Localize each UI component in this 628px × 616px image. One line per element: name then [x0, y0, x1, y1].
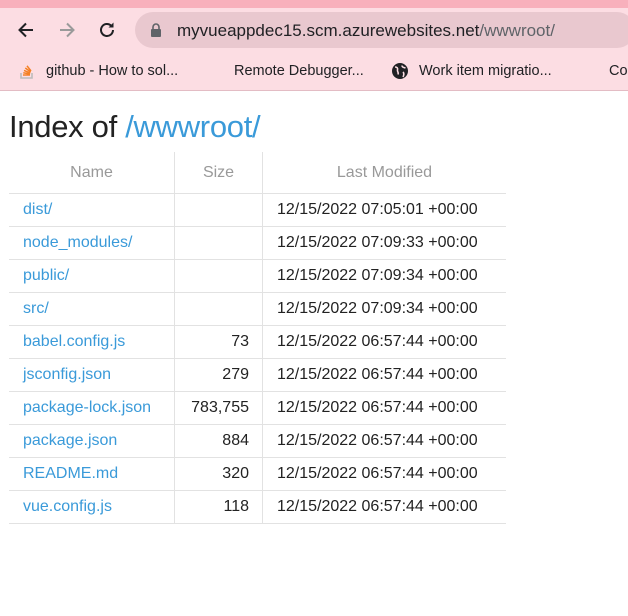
bookmark-co[interactable]: Co [581, 61, 628, 81]
forward-button[interactable] [55, 18, 79, 42]
cell-size [174, 193, 263, 227]
cell-name: src/ [9, 292, 175, 326]
url-host: myvueappdec15.scm.azurewebsites.net [177, 21, 480, 40]
column-header-name: Name [9, 152, 175, 194]
cell-last-modified: 12/15/2022 06:57:44 +00:00 [262, 391, 506, 425]
stackoverflow-icon [20, 65, 33, 79]
table-row: vue.config.js 118 12/15/2022 06:57:44 +00:… [9, 490, 506, 524]
browser-toolbar: myvueappdec15.scm.azurewebsites.net/wwwr… [0, 8, 628, 52]
column-header-size: Size [174, 152, 263, 194]
page-title: Index of /wwwroot/ [9, 109, 261, 145]
bookmark-github[interactable]: github - How to sol... [18, 61, 178, 81]
reload-icon [100, 22, 114, 37]
cell-size [174, 292, 263, 326]
cell-last-modified: 12/15/2022 06:57:44 +00:00 [262, 457, 506, 491]
bookmark-label: github - How to sol... [46, 63, 179, 79]
cell-name: babel.config.js [9, 325, 175, 359]
reload-button[interactable] [95, 18, 119, 42]
cell-size: 783,755 [174, 391, 263, 425]
bookmarks-bar: github - How to sol... Remote Debugger..… [0, 52, 628, 91]
cell-name: vue.config.js [9, 490, 175, 524]
file-link[interactable]: src/ [23, 300, 49, 317]
bookmark-label: Remote Debugger... [234, 63, 364, 79]
cell-name: node_modules/ [9, 226, 175, 260]
file-link[interactable]: package-lock.json [23, 399, 151, 416]
browser-tab-strip [0, 0, 628, 8]
cell-size [174, 259, 263, 293]
directory-listing-table: Name Size Last Modified dist/12/15/2022 … [9, 152, 506, 524]
cell-size: 118 [174, 490, 263, 524]
bookmark-label: Co [609, 63, 628, 79]
file-link[interactable]: jsconfig.json [23, 366, 111, 383]
cell-size: 320 [174, 457, 263, 491]
file-link[interactable]: package.json [23, 432, 117, 449]
file-link[interactable]: README.md [23, 465, 118, 482]
cell-name: README.md [9, 457, 175, 491]
forward-arrow-icon [60, 22, 75, 38]
table-row: node_modules/12/15/2022 07:09:33 +00:00 [9, 226, 506, 260]
globe-icon [392, 63, 408, 79]
cell-last-modified: 12/15/2022 06:57:44 +00:00 [262, 424, 506, 458]
table-header-row: Name Size Last Modified [9, 152, 506, 194]
cell-last-modified: 12/15/2022 07:05:01 +00:00 [262, 193, 506, 227]
cell-name: package-lock.json [9, 391, 175, 425]
file-link[interactable]: dist/ [23, 201, 52, 218]
table-row: package.json 884 12/15/2022 06:57:44 +00:0… [9, 424, 506, 458]
table-row: babel.config.js 73 12/15/2022 06:57:44 +00… [9, 325, 506, 359]
cell-size: 73 [174, 325, 263, 359]
table-row: README.md 320 12/15/2022 06:57:44 +00:00 [9, 457, 506, 491]
bookmark-label: Work item migratio... [419, 63, 552, 79]
lock-icon[interactable] [150, 23, 162, 37]
table-row: src/12/15/2022 07:09:34 +00:00 [9, 292, 506, 326]
table-row: public/12/15/2022 07:09:34 +00:00 [9, 259, 506, 293]
cell-last-modified: 12/15/2022 06:57:44 +00:00 [262, 325, 506, 359]
back-button[interactable] [14, 18, 38, 42]
cell-last-modified: 12/15/2022 06:57:44 +00:00 [262, 358, 506, 392]
table-row: dist/12/15/2022 07:05:01 +00:00 [9, 193, 506, 227]
cell-last-modified: 12/15/2022 06:57:44 +00:00 [262, 490, 506, 524]
url-path: /wwwroot/ [479, 21, 555, 40]
page-title-prefix: Index of [9, 109, 126, 144]
cell-name: package.json [9, 424, 175, 458]
microsoft-logo-icon [581, 62, 599, 80]
file-link[interactable]: public/ [23, 267, 69, 284]
url-text[interactable]: myvueappdec15.scm.azurewebsites.net/wwwr… [177, 21, 555, 41]
column-header-last-modified: Last Modified [336, 163, 433, 181]
table-row: jsconfig.json 279 12/15/2022 06:57:44 +00:… [9, 358, 506, 392]
microsoft-logo-icon [206, 62, 224, 80]
cell-name: jsconfig.json [9, 358, 175, 392]
back-arrow-icon [18, 22, 33, 38]
file-link[interactable]: babel.config.js [23, 333, 125, 350]
cell-last-modified: 12/15/2022 07:09:33 +00:00 [262, 226, 506, 260]
bookmark-work-item-migration[interactable]: Work item migratio... [391, 61, 552, 81]
page-title-path-link[interactable]: /wwwroot/ [125, 109, 260, 144]
file-link[interactable]: vue.config.js [23, 498, 112, 515]
address-bar[interactable]: myvueappdec15.scm.azurewebsites.net/wwwr… [135, 12, 628, 48]
file-link[interactable]: node_modules/ [23, 234, 132, 251]
cell-name: dist/ [9, 193, 175, 227]
cell-last-modified: 12/15/2022 07:09:34 +00:00 [262, 259, 506, 293]
bookmark-remote-debugger[interactable]: Remote Debugger... [206, 61, 364, 81]
cell-size: 279 [174, 358, 263, 392]
table-row: package-lock.json 783,755 12/15/2022 06:57… [9, 391, 506, 425]
cell-size: 884 [174, 424, 263, 458]
cell-size [174, 226, 263, 260]
cell-name: public/ [9, 259, 175, 293]
cell-last-modified: 12/15/2022 07:09:34 +00:00 [262, 292, 506, 326]
